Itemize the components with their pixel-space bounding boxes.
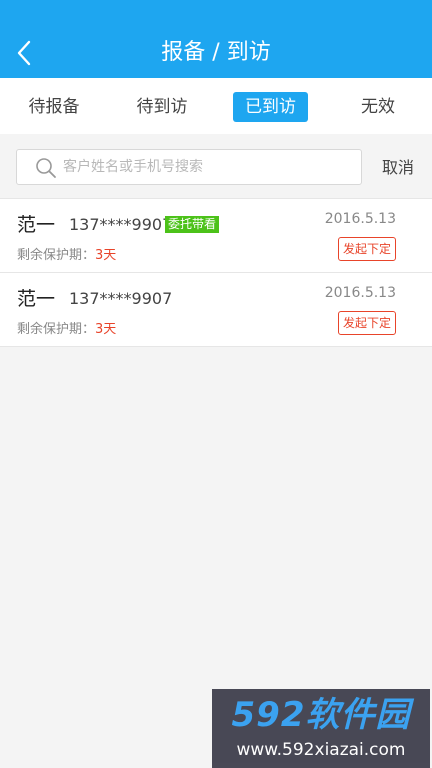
client-phone: 137****9907 bbox=[69, 215, 173, 234]
tab-invalid[interactable]: 无效 bbox=[356, 92, 400, 122]
top-bar: 报备 / 到访 bbox=[0, 0, 432, 78]
watermark-url: www.592xiazai.com bbox=[236, 740, 406, 760]
client-phone: 137****9907 bbox=[69, 289, 173, 308]
search-bar bbox=[16, 149, 362, 185]
tab-visited[interactable]: 已到访 bbox=[233, 92, 308, 122]
search-icon bbox=[36, 158, 56, 178]
tab-pending-visit[interactable]: 待到访 bbox=[132, 92, 192, 122]
site-watermark: 592软件园 www.592xiazai.com bbox=[212, 689, 430, 768]
visit-date: 2016.5.13 bbox=[324, 285, 396, 301]
protection-days: 3天 bbox=[95, 322, 117, 337]
protection-days: 3天 bbox=[95, 248, 117, 263]
status-tabs: 待报备 待到访 已到访 无效 bbox=[0, 78, 432, 134]
visit-date: 2016.5.13 bbox=[324, 211, 396, 227]
initiate-deposit-button[interactable]: 发起下定 bbox=[338, 311, 396, 335]
tab-pending-report[interactable]: 待报备 bbox=[24, 92, 84, 122]
watermark-brand: 592软件园 bbox=[231, 695, 411, 735]
protection-label: 剩余保护期： bbox=[17, 248, 96, 263]
initiate-deposit-button[interactable]: 发起下定 bbox=[338, 237, 396, 261]
cancel-button[interactable]: 取消 bbox=[374, 155, 422, 181]
client-name: 范一 bbox=[17, 214, 56, 236]
list-item[interactable]: 范一 137****9907 剩余保护期：3天 2016.5.13 发起下定 bbox=[0, 273, 432, 347]
protection-label: 剩余保护期： bbox=[17, 322, 96, 337]
client-name: 范一 bbox=[17, 288, 56, 310]
entrusted-tag: 委托带看 bbox=[165, 216, 220, 233]
protection-period: 剩余保护期：3天 bbox=[17, 247, 116, 265]
visit-list: 范一 137****9907 委托带看 剩余保护期：3天 2016.5.13 发… bbox=[0, 198, 432, 347]
list-item[interactable]: 范一 137****9907 委托带看 剩余保护期：3天 2016.5.13 发… bbox=[0, 199, 432, 273]
search-input[interactable] bbox=[63, 150, 353, 184]
protection-period: 剩余保护期：3天 bbox=[17, 321, 116, 339]
page-title: 报备 / 到访 bbox=[161, 40, 271, 65]
